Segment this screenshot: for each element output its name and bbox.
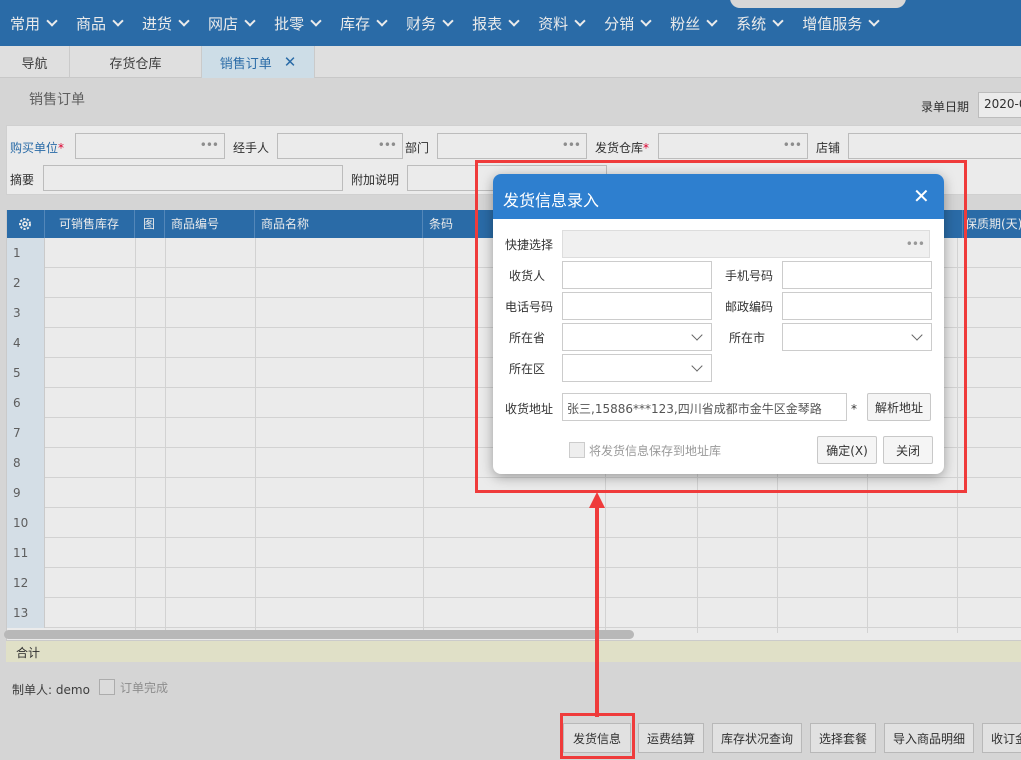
annotation-arrow-head <box>589 492 605 508</box>
annotation-box-dialog <box>475 160 967 493</box>
app-window: 常用 商品 进货 网店 批零 库存 财务 报表 资料 分销 粉丝 系统 增值服务… <box>0 0 1021 760</box>
annotation-box-button <box>560 713 635 759</box>
annotation-arrow-line <box>595 505 599 717</box>
